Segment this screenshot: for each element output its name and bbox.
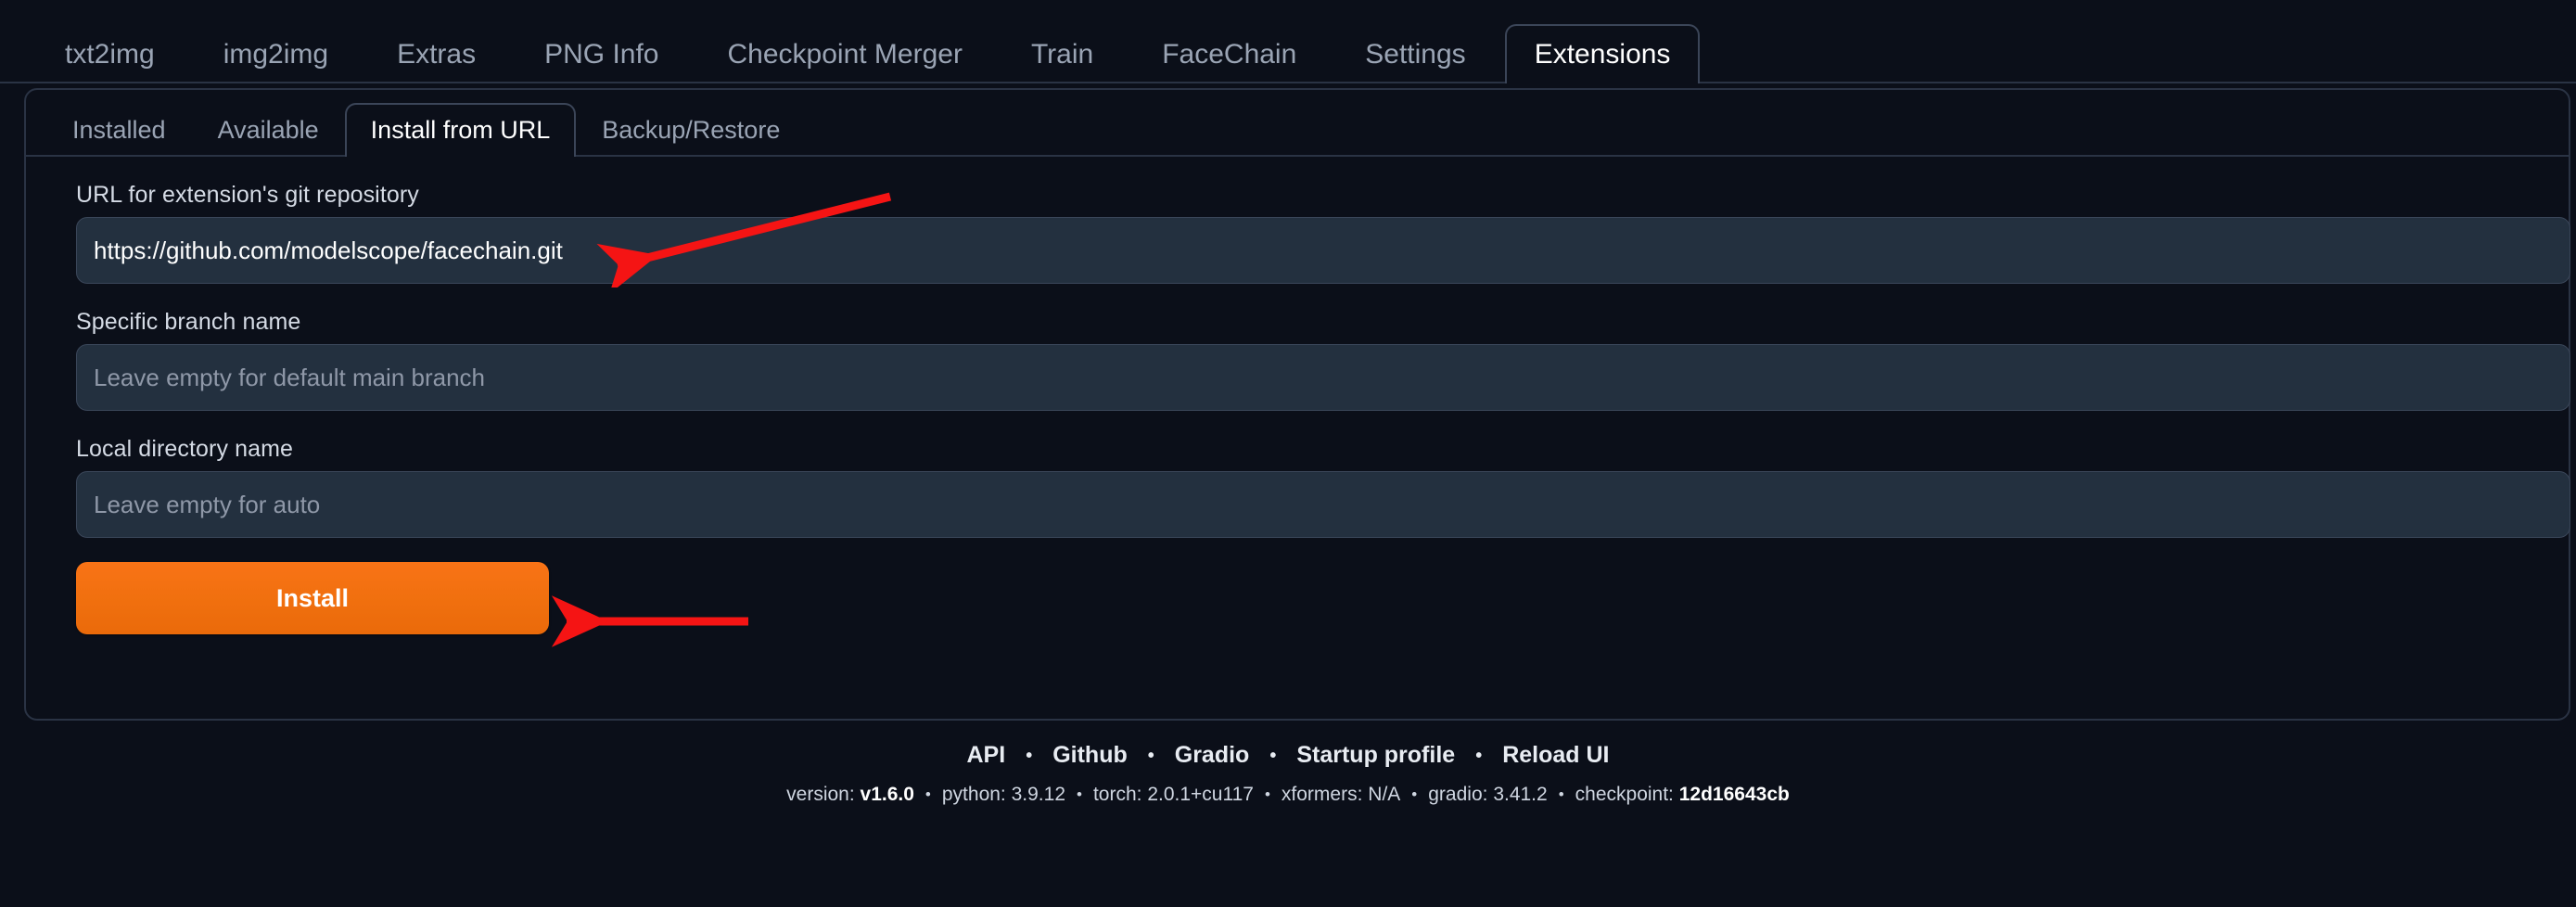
footer-info-version-value: v1.6.0 [860,784,914,805]
extensions-sub-tab-bar: Installed Available Install from URL Bac… [26,90,2569,157]
footer-info-checkpoint-value: 12d16643cb [1678,784,1790,805]
footer-info-torch-value: 2.0.1+cu117 [1147,784,1254,805]
footer-info-checkpoint: checkpoint: 12d16643cb [1564,784,1801,806]
sub-tab-install-from-url[interactable]: Install from URL [344,103,577,157]
footer: API • Github • Gradio • Startup profile … [0,742,2576,806]
footer-link-github[interactable]: Github [1032,742,1148,769]
main-tab-extensions[interactable]: Extensions [1504,24,1701,83]
branch-name-label: Specific branch name [76,309,301,335]
footer-separator-dot: • [1269,745,1277,766]
stable-diffusion-webui-root: txt2img img2img Extras PNG Info Checkpoi… [0,0,2576,907]
main-tab-extras[interactable]: Extras [367,24,505,83]
footer-version-info: version: v1.6.0 • python: 3.9.12 • torch… [0,784,2576,806]
main-tab-checkpoint-merger[interactable]: Checkpoint Merger [698,24,992,83]
footer-info-torch-key: torch: [1092,784,1142,805]
main-tab-facechain[interactable]: FaceChain [1132,24,1326,83]
sub-tab-available[interactable]: Available [192,103,345,157]
footer-separator-dot: • [1147,745,1154,766]
extensions-panel: Installed Available Install from URL Bac… [24,88,2570,721]
local-directory-input[interactable]: Leave empty for auto [76,471,2570,538]
main-tab-train[interactable]: Train [1001,24,1123,83]
main-tab-bar: txt2img img2img Extras PNG Info Checkpoi… [0,0,2576,83]
git-url-input[interactable]: https://github.com/modelscope/facechain.… [76,217,2570,284]
footer-info-checkpoint-key: checkpoint: [1575,784,1674,805]
main-tab-settings[interactable]: Settings [1335,24,1495,83]
footer-info-gradio-key: gradio: [1428,784,1488,805]
footer-link-api[interactable]: API [947,742,1027,769]
footer-separator-dot: • [1026,745,1033,766]
footer-info-gradio: gradio: 3.41.2 [1417,784,1558,806]
branch-name-input[interactable]: Leave empty for default main branch [76,344,2570,411]
footer-link-reload-ui[interactable]: Reload UI [1482,742,1629,769]
footer-info-python-key: python: [941,784,1006,805]
footer-link-gradio[interactable]: Gradio [1154,742,1270,769]
footer-info-python-value: 3.9.12 [1011,784,1065,805]
git-url-label: URL for extension's git repository [76,182,419,208]
sub-tab-backup-restore[interactable]: Backup/Restore [576,103,806,157]
main-tab-txt2img[interactable]: txt2img [35,24,185,83]
install-button[interactable]: Install [76,562,549,634]
sub-tab-installed[interactable]: Installed [46,103,192,157]
footer-info-version-key: version: [786,784,855,805]
footer-link-startup-profile[interactable]: Startup profile [1276,742,1475,769]
main-tab-img2img[interactable]: img2img [194,24,358,83]
footer-links: API • Github • Gradio • Startup profile … [0,742,2576,769]
install-from-url-form: URL for extension's git repository https… [26,160,2570,634]
footer-info-gradio-value: 3.41.2 [1493,784,1548,805]
footer-separator-dot: • [1475,745,1483,766]
footer-info-python: python: 3.9.12 [931,784,1077,806]
footer-info-xformers: xformers: N/A [1270,784,1411,806]
footer-info-xformers-value: N/A [1368,784,1401,805]
footer-info-version: version: v1.6.0 [775,784,925,806]
main-tab-png-info[interactable]: PNG Info [515,24,688,83]
footer-info-torch: torch: 2.0.1+cu117 [1082,784,1265,806]
footer-info-xformers-key: xformers: [1281,784,1363,805]
local-directory-label: Local directory name [76,436,294,462]
